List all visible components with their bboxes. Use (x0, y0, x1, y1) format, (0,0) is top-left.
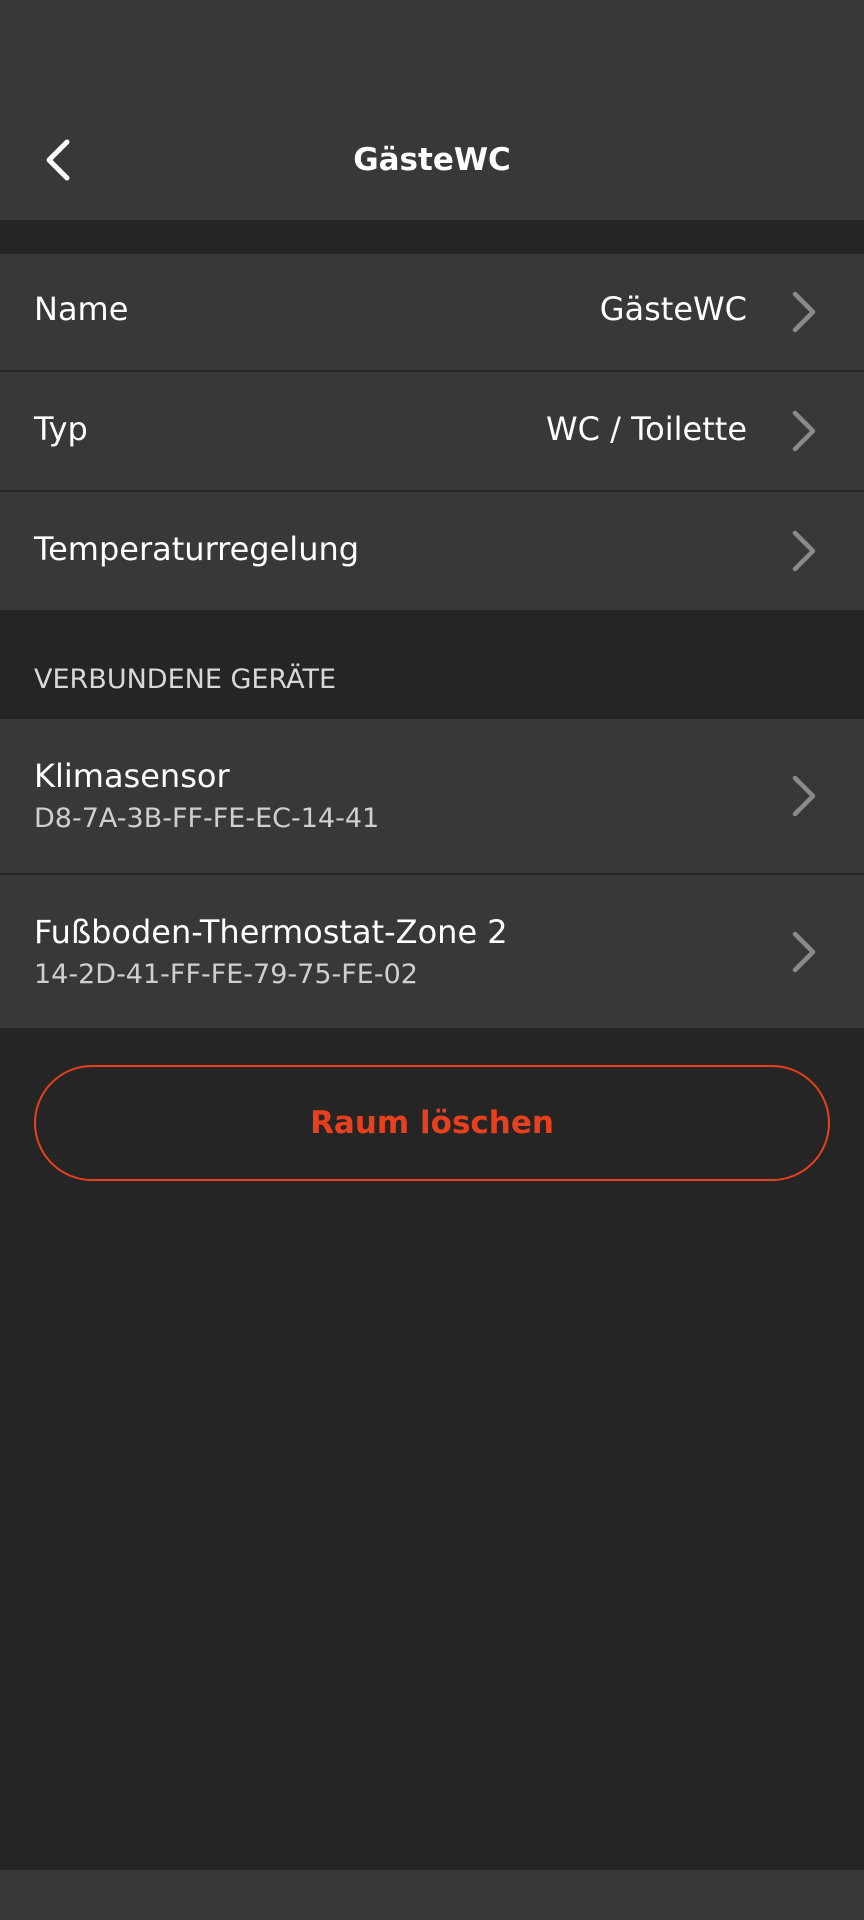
device-item[interactable]: Klimasensor D8-7A-3B-FF-FE-EC-14-41 (0, 719, 864, 873)
back-button[interactable] (24, 128, 92, 192)
settings-row-temperature-control[interactable]: Temperaturregelung (0, 492, 864, 610)
chevron-right-icon (792, 410, 816, 452)
status-bar-area (0, 0, 864, 100)
device-id: 14-2D-41-FF-FE-79-75-FE-02 (34, 959, 418, 990)
chevron-right-icon (792, 931, 816, 973)
device-id: D8-7A-3B-FF-FE-EC-14-41 (34, 803, 380, 834)
settings-row-label: Name (34, 290, 129, 328)
settings-row-type[interactable]: Typ WC / Toilette (0, 372, 864, 490)
app-bar: GästeWC (0, 100, 864, 220)
device-name: Klimasensor (34, 757, 230, 795)
settings-row-name[interactable]: Name GästeWC (0, 254, 864, 370)
settings-row-label: Temperaturregelung (34, 530, 360, 568)
chevron-left-icon (46, 139, 70, 181)
settings-row-value: WC / Toilette (545, 410, 747, 448)
page-title: GästeWC (353, 142, 511, 178)
settings-row-value: GästeWC (599, 290, 747, 328)
chevron-right-icon (792, 530, 816, 572)
chevron-right-icon (792, 291, 816, 333)
bottom-navigation-area (0, 1870, 864, 1920)
device-name: Fußboden-Thermostat-Zone 2 (34, 913, 508, 951)
section-header-connected-devices: VERBUNDENE GERÄTE (34, 664, 337, 695)
device-item[interactable]: Fußboden-Thermostat-Zone 2 14-2D-41-FF-F… (0, 875, 864, 1028)
settings-row-label: Typ (34, 410, 88, 448)
delete-room-button[interactable]: Raum löschen (34, 1065, 830, 1181)
chevron-right-icon (792, 775, 816, 817)
